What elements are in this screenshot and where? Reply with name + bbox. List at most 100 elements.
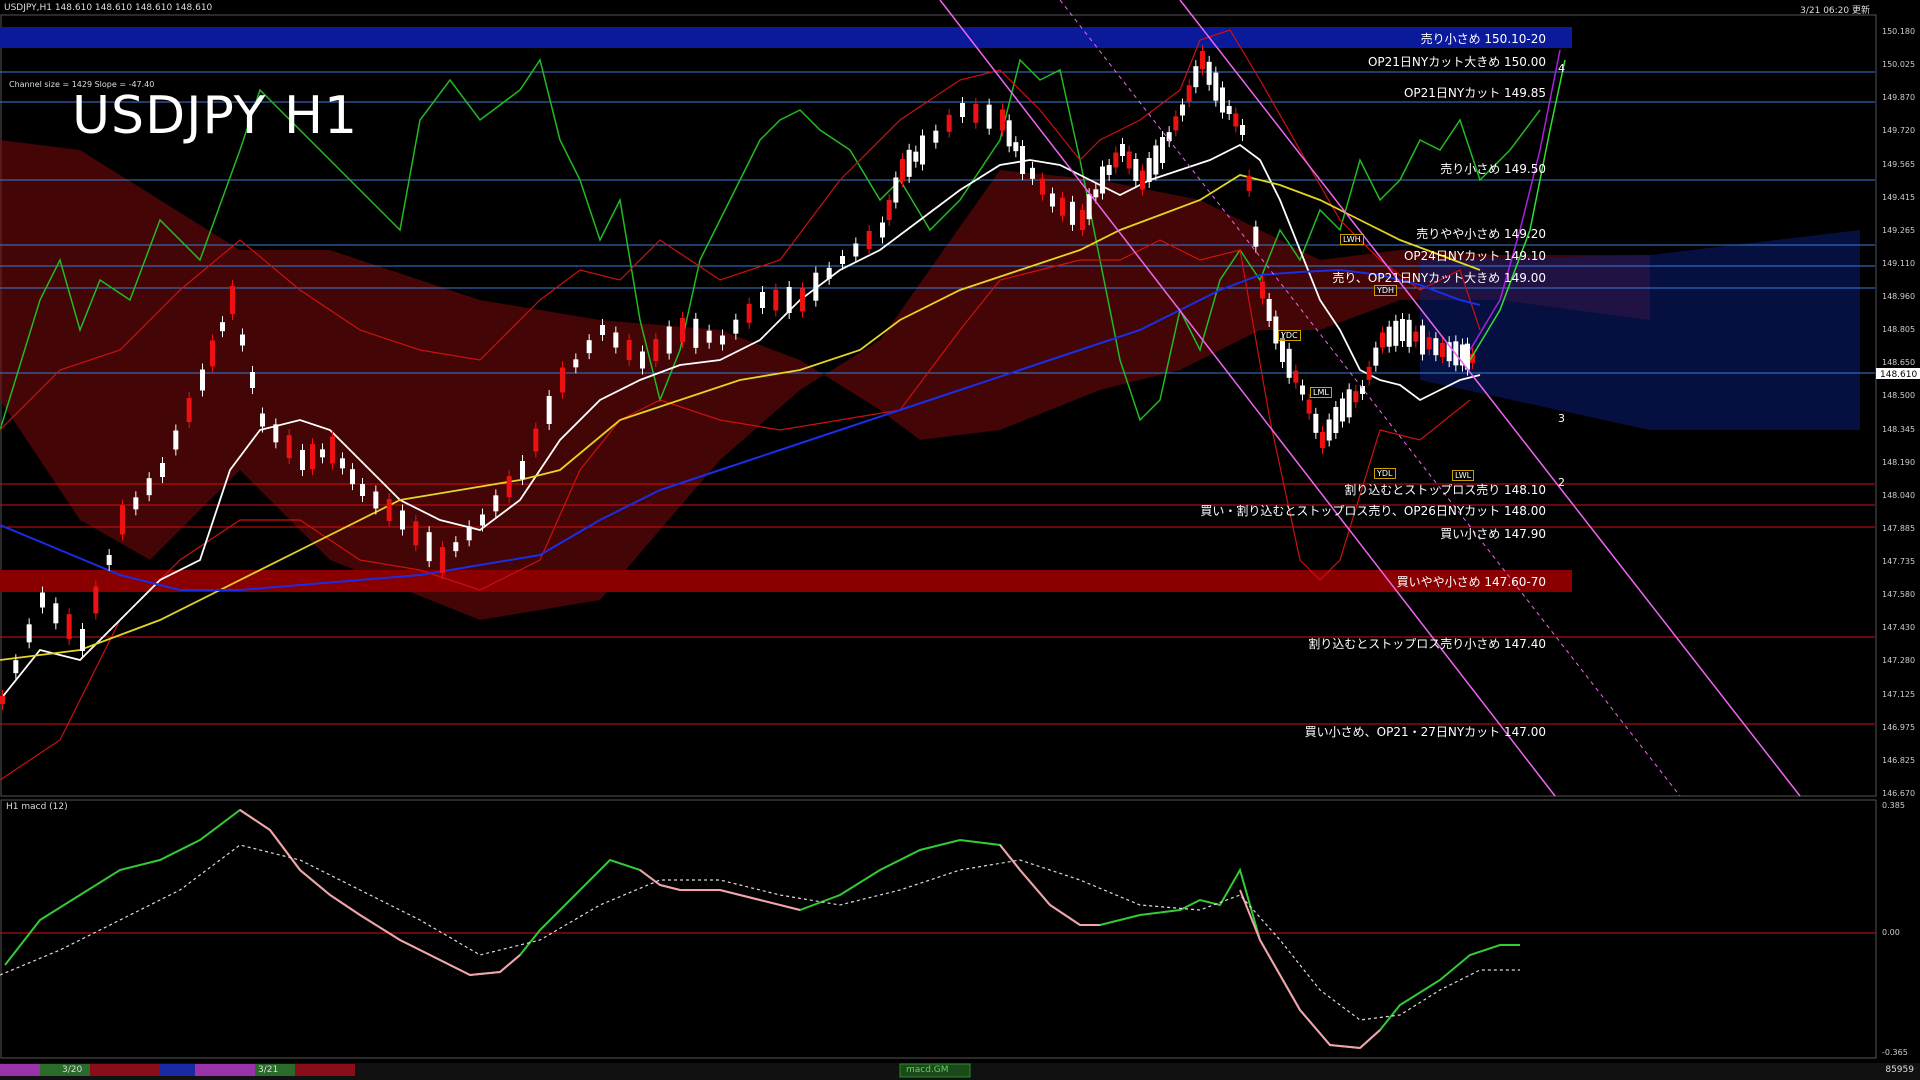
candle-body (1180, 104, 1185, 116)
candle-body (106, 555, 112, 565)
candle-body (1360, 386, 1365, 394)
candle-body (146, 478, 152, 496)
price-axis-tick: 146.670 (1882, 789, 1916, 798)
candle-body (1020, 146, 1025, 174)
candle-body (80, 629, 85, 651)
updated-time: 3/21 06:20 更新 (1800, 6, 1870, 16)
candle-body (706, 330, 712, 343)
candle-body (1306, 399, 1312, 414)
level-label: 買い・割り込むとストップロス売り、OP26日NYカット 148.00 (1200, 504, 1546, 518)
level-label: 売り、OP21日NYカット大きめ 149.00 (1332, 271, 1546, 285)
candle-body (1200, 51, 1205, 69)
session-seg (160, 1064, 195, 1076)
tab-macd-label[interactable]: macd.GM (906, 1065, 949, 1075)
candle-body (1126, 151, 1132, 169)
channel-number-3: 3 (1558, 412, 1565, 425)
candle-body (320, 449, 325, 458)
level-label: 割り込むとストップロス売り 148.10 (1344, 483, 1546, 497)
level-label: 売り小さめ 149.50 (1440, 162, 1546, 176)
macd-main-pink-2 (639, 869, 801, 911)
candle-body (1086, 194, 1092, 220)
candle-body (1140, 170, 1145, 190)
candle-body (1030, 167, 1035, 179)
candle-body (480, 514, 485, 526)
candle-body (800, 288, 805, 312)
candle-body (1080, 210, 1085, 230)
candle-body (310, 444, 315, 470)
symbol-info: USDJPY,H1 148.610 148.610 148.610 148.61… (4, 3, 213, 13)
price-axis-tick: 147.125 (1882, 689, 1916, 699)
candle-body (1240, 125, 1245, 135)
candle-body (1420, 325, 1425, 355)
level-label: OP21日NYカット大きめ 150.00 (1367, 55, 1546, 69)
candle-body (66, 614, 72, 640)
candle-body (350, 469, 355, 485)
candle-body (1186, 85, 1192, 102)
marker-ydc: YDC (1278, 330, 1301, 341)
marker-ydh: YDH (1374, 285, 1398, 296)
candle-body (1313, 413, 1319, 433)
level-label: 割り込むとストップロス売り小さめ 147.40 (1308, 637, 1546, 651)
candle-body (813, 272, 819, 301)
candle-body (373, 491, 379, 509)
candle-body (1193, 66, 1199, 88)
price-axis-tick: 150.025 (1882, 60, 1916, 70)
level-label: 買い小さめ 147.90 (1440, 527, 1546, 541)
price-axis-tick: 148.040 (1882, 490, 1916, 500)
candle-body (866, 231, 872, 249)
timeline-number: 85959 (1885, 1065, 1914, 1075)
candle-body (1246, 175, 1252, 191)
candle-body (1373, 347, 1379, 366)
macd-axis-zero: 0.00 (1882, 928, 1900, 937)
candle-body (493, 495, 499, 512)
candle-body (1120, 144, 1125, 156)
candle-body (1326, 419, 1332, 441)
candle-body (386, 499, 392, 521)
candle-body (300, 450, 305, 470)
session-seg (195, 1064, 255, 1076)
candle-body (626, 340, 632, 360)
timeline-date-1: 3/20 (62, 1065, 83, 1075)
macd-main-pink (239, 809, 521, 977)
candle-body (1106, 165, 1112, 175)
candle-body (466, 526, 472, 541)
candle-body (1233, 113, 1239, 127)
candle-body (1100, 166, 1105, 194)
candle-body (693, 318, 699, 348)
macd-main-pink-4 (1239, 889, 1381, 1050)
candle-body (1300, 385, 1305, 395)
candle-body (1040, 178, 1045, 195)
candle-body (1006, 120, 1012, 147)
candle-body (173, 430, 179, 450)
candle-body (733, 319, 739, 334)
marker-lml: LML (1310, 387, 1332, 398)
candle-body (220, 322, 225, 332)
candle-body (1013, 142, 1019, 152)
candle-body (913, 151, 919, 162)
candle-body (273, 424, 279, 443)
price-axis-tick: 149.415 (1882, 192, 1916, 202)
candle-body (1000, 109, 1005, 131)
marker-lwh: LWH (1340, 234, 1364, 245)
candle-body (1113, 152, 1119, 168)
candle-body (640, 351, 645, 369)
candle-body (286, 435, 292, 459)
candle-body (240, 334, 245, 346)
candle-body (1093, 189, 1099, 198)
candle-body (893, 177, 899, 203)
macd-axis-top: 0.385 (1882, 801, 1905, 810)
candle-body (330, 436, 335, 464)
candle-body (1440, 343, 1445, 357)
candle-body (1253, 226, 1259, 247)
candle-body (880, 222, 885, 238)
macd-main-pink-3 (999, 844, 1100, 926)
candle-body (586, 340, 592, 354)
candle-body (250, 372, 255, 388)
candle-body (440, 547, 445, 573)
candle-body (1426, 337, 1432, 350)
ichimoku-cloud (0, 140, 1650, 620)
candle-body (900, 159, 905, 181)
candle-body (1133, 159, 1139, 181)
price-axis-tick: 147.280 (1882, 656, 1916, 666)
candle-body (746, 303, 752, 323)
